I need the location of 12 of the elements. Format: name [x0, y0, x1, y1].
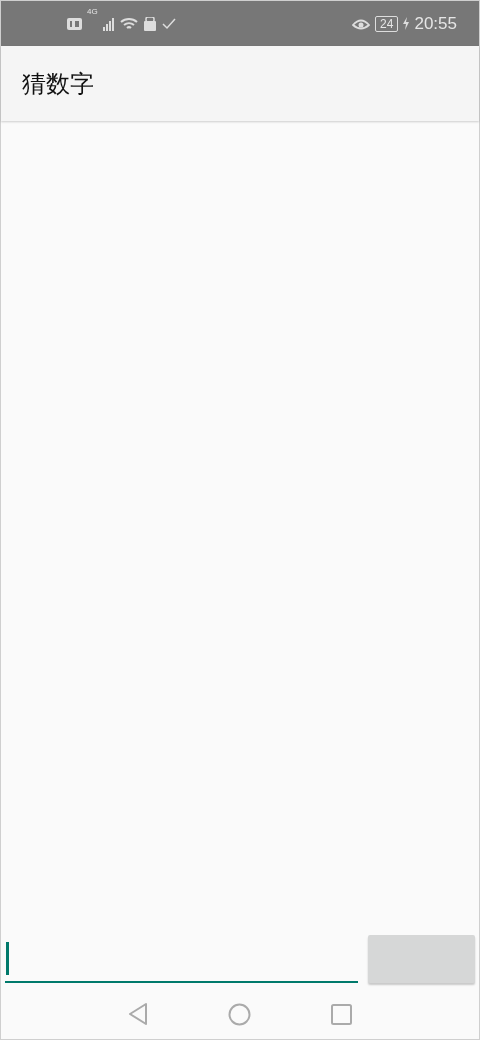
app-title: 猜数字 — [22, 68, 94, 100]
check-icon — [161, 17, 176, 30]
home-icon[interactable] — [228, 1002, 251, 1026]
recents-icon[interactable] — [331, 1003, 352, 1025]
battery-level: 24 — [375, 15, 399, 32]
clock-time: 20:55 — [414, 13, 457, 34]
signal-icon — [102, 16, 115, 31]
wifi-icon — [119, 16, 138, 31]
guess-input-field[interactable] — [5, 939, 358, 983]
network-type: 4G — [87, 6, 98, 16]
back-icon[interactable] — [128, 1003, 148, 1025]
charging-icon — [403, 17, 410, 30]
